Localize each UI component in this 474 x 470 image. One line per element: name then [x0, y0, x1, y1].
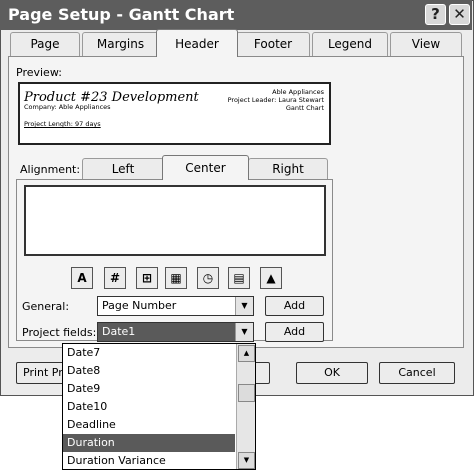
- project-fields-label: Project fields:: [22, 326, 97, 339]
- project-fields-dropdown-list[interactable]: Date7 Date8 Date9 Date10 Deadline Durati…: [62, 343, 256, 470]
- cancel-button[interactable]: Cancel: [379, 362, 455, 384]
- window-title: Page Setup - Gantt Chart: [8, 5, 235, 24]
- project-fields-add-button[interactable]: Add: [265, 322, 324, 342]
- tab-align-right[interactable]: Right: [248, 158, 328, 180]
- font-icon[interactable]: A: [71, 267, 93, 289]
- list-item[interactable]: Date7: [63, 344, 235, 362]
- project-fields-select[interactable]: Date1 ▼: [97, 322, 254, 342]
- scroll-up-icon[interactable]: ▲: [238, 345, 255, 362]
- help-button[interactable]: ?: [425, 4, 446, 25]
- time-icon[interactable]: ◷: [197, 267, 219, 289]
- total-pages-icon[interactable]: ⊞: [136, 267, 158, 289]
- header-text-area[interactable]: [24, 185, 326, 256]
- tab-footer[interactable]: Footer: [236, 32, 310, 56]
- tab-align-left[interactable]: Left: [82, 158, 164, 180]
- tab-margins[interactable]: Margins: [82, 32, 159, 56]
- list-item[interactable]: Deadline: [63, 416, 235, 434]
- dropdown-scrollbar[interactable]: ▲ ▼: [236, 344, 255, 469]
- options-button[interactable]: [254, 362, 270, 384]
- scrollbar-thumb[interactable]: [238, 384, 255, 402]
- preview-company: Company: Able Appliances: [24, 103, 111, 111]
- list-item[interactable]: Date10: [63, 398, 235, 416]
- chevron-down-icon[interactable]: ▼: [235, 297, 253, 315]
- date-icon[interactable]: ▦: [165, 267, 187, 289]
- tab-header[interactable]: Header: [156, 29, 238, 57]
- list-item[interactable]: Duration Variance: [63, 452, 235, 469]
- general-select[interactable]: Page Number ▼: [97, 296, 254, 316]
- preview-right-line: Project Leader: Laura Stewart: [227, 96, 324, 104]
- close-button[interactable]: ✕: [449, 4, 470, 25]
- list-item[interactable]: Date9: [63, 380, 235, 398]
- alignment-label: Alignment:: [20, 163, 81, 176]
- tab-legend[interactable]: Legend: [312, 32, 388, 56]
- tab-page[interactable]: Page: [10, 32, 80, 56]
- chevron-down-icon[interactable]: ▼: [235, 323, 253, 341]
- ok-button[interactable]: OK: [296, 362, 368, 384]
- list-item-selected[interactable]: Duration: [63, 434, 235, 452]
- general-add-button[interactable]: Add: [265, 296, 324, 316]
- page-number-icon[interactable]: #: [104, 267, 126, 289]
- preview-right-line: Gantt Chart: [285, 104, 324, 112]
- scroll-down-icon[interactable]: ▼: [238, 452, 255, 469]
- file-name-icon[interactable]: ▤: [228, 267, 250, 289]
- preview-label: Preview:: [16, 66, 62, 79]
- insert-picture-icon[interactable]: ▲: [260, 267, 282, 289]
- project-fields-select-value: Date1: [98, 323, 236, 341]
- general-label: General:: [22, 300, 70, 313]
- tab-view[interactable]: View: [390, 32, 462, 56]
- list-item[interactable]: Date8: [63, 362, 235, 380]
- general-select-value: Page Number: [102, 299, 177, 312]
- preview-right-line: Able Appliances: [272, 88, 324, 96]
- preview-project-length: Project Length: 97 days: [24, 120, 101, 128]
- tab-align-center[interactable]: Center: [162, 155, 249, 180]
